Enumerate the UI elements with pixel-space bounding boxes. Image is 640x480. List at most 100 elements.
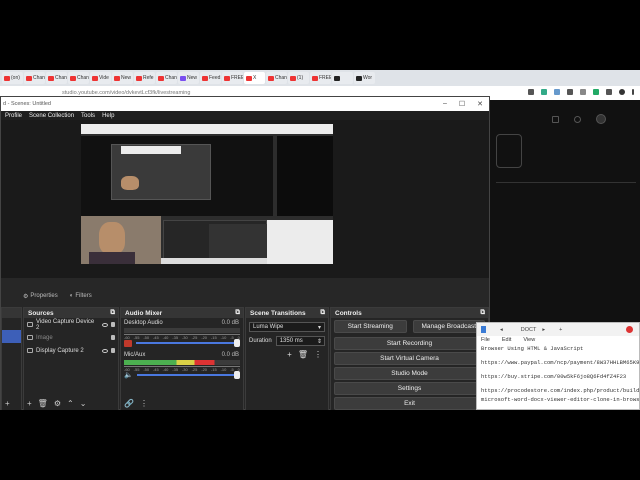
start-recording-button[interactable]: Start Recording bbox=[334, 337, 485, 350]
browser-tab[interactable] bbox=[332, 72, 353, 84]
start-streaming-button[interactable]: Start Streaming bbox=[334, 320, 407, 333]
menu-scene-collection[interactable]: Scene Collection bbox=[29, 113, 74, 119]
preview-area[interactable] bbox=[1, 120, 489, 278]
source-item[interactable]: Video Capture Device 2 bbox=[24, 318, 118, 331]
dock-undock-icon[interactable]: ⧉ bbox=[110, 309, 115, 317]
favicon-icon bbox=[180, 75, 186, 81]
browser-tab[interactable]: X bbox=[244, 72, 265, 84]
back-icon[interactable]: ◂ bbox=[500, 327, 503, 333]
browser-tab[interactable]: Wor bbox=[354, 72, 375, 84]
move-up-icon[interactable]: ⌃ bbox=[67, 399, 74, 408]
menu-edit[interactable]: Edit bbox=[502, 337, 511, 343]
source-item[interactable]: Display Capture 2 bbox=[24, 344, 118, 357]
extension-icon[interactable] bbox=[528, 89, 534, 95]
start-virtual-camera-button[interactable]: Start Virtual Camera bbox=[334, 352, 485, 365]
tick-label: -60 bbox=[124, 335, 130, 340]
maximize-icon[interactable]: ☐ bbox=[459, 100, 465, 108]
browser-tab[interactable]: New bbox=[178, 72, 199, 84]
help-icon[interactable] bbox=[574, 116, 581, 123]
source-item[interactable]: Image bbox=[24, 331, 118, 344]
volume-slider[interactable] bbox=[136, 339, 240, 347]
avatar[interactable] bbox=[626, 326, 633, 333]
extension-icon[interactable] bbox=[619, 89, 625, 95]
speaker-icon[interactable]: 🔈 bbox=[124, 371, 133, 379]
menu-help[interactable]: Help bbox=[102, 113, 114, 119]
browser-tab[interactable]: Chan bbox=[266, 72, 287, 84]
tick-label: -50 bbox=[143, 335, 150, 340]
doc-line: https://procodestore.com/index.php/produ… bbox=[481, 387, 640, 394]
browser-tab[interactable]: Chan bbox=[68, 72, 89, 84]
remove-icon[interactable]: 🗑 bbox=[298, 350, 308, 359]
chevron-down-icon: ▾ bbox=[317, 324, 321, 331]
duration-label: Duration bbox=[249, 338, 272, 344]
dock-undock-icon[interactable]: ⧉ bbox=[320, 309, 325, 317]
menu-tools[interactable]: Tools bbox=[81, 113, 95, 119]
doc-tabbar: ◂ DOCT ▸ + bbox=[477, 323, 639, 336]
extension-icon[interactable] bbox=[606, 89, 612, 95]
browser-tab[interactable]: (1) bbox=[288, 72, 309, 84]
menu-dots-icon[interactable]: ⋮ bbox=[314, 350, 322, 359]
menu-profile[interactable]: Profile bbox=[5, 113, 22, 119]
add-source-icon[interactable]: + bbox=[27, 399, 32, 408]
menu-view[interactable]: View bbox=[523, 337, 535, 343]
notification-icon[interactable] bbox=[552, 116, 559, 123]
extension-icon[interactable] bbox=[541, 89, 547, 95]
scene-item-selected[interactable] bbox=[2, 330, 21, 343]
add-icon[interactable]: + bbox=[287, 350, 292, 359]
browser-tab[interactable]: FREE bbox=[310, 72, 331, 84]
source-settings-icon[interactable]: ⚙ bbox=[54, 399, 61, 408]
extension-icon[interactable] bbox=[580, 89, 586, 95]
source-label: Display Capture 2 bbox=[36, 347, 84, 354]
lock-icon[interactable] bbox=[111, 348, 115, 353]
spin-icon[interactable]: ⇕ bbox=[317, 338, 322, 345]
duration-input[interactable]: 1350 ms ⇕ bbox=[275, 336, 325, 346]
avatar[interactable] bbox=[596, 114, 606, 124]
remove-source-icon[interactable]: 🗑 bbox=[38, 399, 48, 408]
minimize-icon[interactable]: – bbox=[443, 100, 447, 108]
forward-icon[interactable]: ▸ bbox=[542, 327, 545, 333]
menu-dots-icon[interactable] bbox=[632, 89, 634, 95]
preview-canvas[interactable] bbox=[81, 124, 333, 264]
favicon-icon bbox=[136, 75, 142, 81]
doc-tab[interactable]: DOCT bbox=[521, 327, 537, 333]
dock-undock-icon[interactable]: ⧉ bbox=[235, 309, 240, 317]
browser-tab[interactable]: Feed bbox=[200, 72, 221, 84]
extension-icon[interactable] bbox=[567, 89, 573, 95]
new-tab-icon[interactable]: + bbox=[559, 327, 562, 333]
tick-label: -25 bbox=[191, 367, 198, 372]
streaming-row: Start Streaming Manage Broadcast bbox=[331, 318, 488, 335]
tab-properties[interactable]: ⚙ Properties bbox=[23, 293, 58, 300]
browser-tab[interactable]: Chan bbox=[24, 72, 45, 84]
studio-mode-button[interactable]: Studio Mode bbox=[334, 367, 485, 380]
nested-browser-small bbox=[121, 146, 181, 154]
link-icon[interactable]: 🔗 bbox=[124, 399, 134, 408]
menu-file[interactable]: File bbox=[481, 337, 490, 343]
manage-broadcast-button[interactable]: Manage Broadcast bbox=[412, 320, 485, 333]
browser-tab[interactable]: (on) bbox=[2, 72, 23, 84]
visibility-icon[interactable] bbox=[102, 348, 108, 353]
browser-tab[interactable]: Vide bbox=[90, 72, 111, 84]
volume-slider[interactable] bbox=[136, 371, 241, 379]
browser-tab[interactable]: Refe bbox=[134, 72, 155, 84]
close-icon[interactable]: ✕ bbox=[477, 100, 483, 108]
visibility-icon[interactable] bbox=[102, 322, 109, 327]
window-title: d - Scenes: Untitled bbox=[3, 101, 51, 107]
tab-filters[interactable]: ◐ Filters bbox=[70, 293, 92, 299]
dock-undock-icon[interactable]: ⧉ bbox=[480, 309, 485, 317]
menu-dots-icon[interactable]: ⋮ bbox=[140, 399, 148, 408]
settings-button[interactable]: Settings bbox=[334, 382, 485, 395]
browser-tab[interactable]: New bbox=[112, 72, 133, 84]
add-icon[interactable]: + bbox=[5, 399, 10, 408]
transition-select[interactable]: Luma Wipe ▾ bbox=[249, 322, 325, 332]
muted-speaker-icon[interactable] bbox=[124, 339, 132, 347]
move-down-icon[interactable]: ⌄ bbox=[80, 399, 87, 408]
exit-button[interactable]: Exit bbox=[334, 397, 485, 410]
extension-icon[interactable] bbox=[554, 89, 560, 95]
browser-tab[interactable]: Chan bbox=[46, 72, 67, 84]
lock-icon[interactable] bbox=[111, 322, 115, 327]
browser-tab[interactable]: Chan bbox=[156, 72, 177, 84]
lock-icon[interactable] bbox=[111, 335, 115, 340]
browser-tab[interactable]: FREE bbox=[222, 72, 243, 84]
extension-icon[interactable] bbox=[593, 89, 599, 95]
nested-controls bbox=[209, 224, 267, 260]
